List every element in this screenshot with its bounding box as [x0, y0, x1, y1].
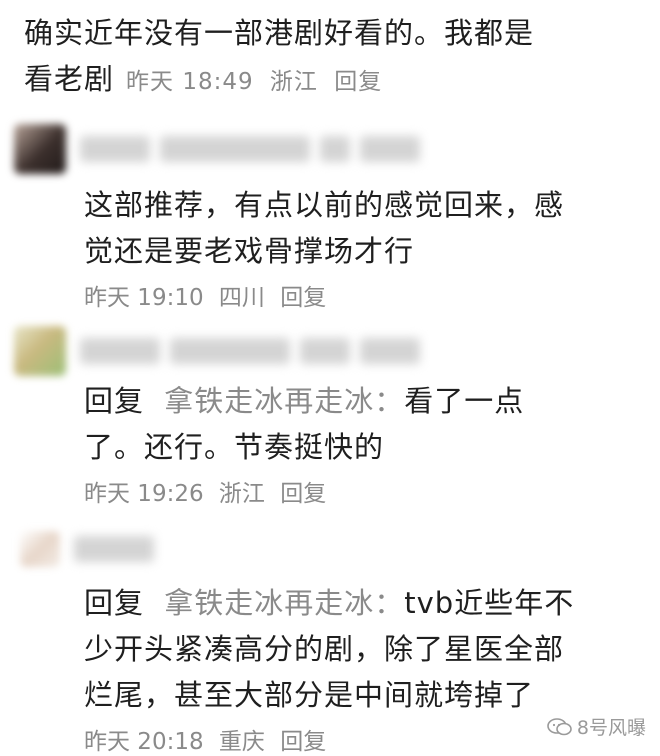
- reply-meta: 昨天 19:10 四川 回复: [84, 278, 644, 312]
- reply-line: 这部推荐，有点以前的感觉回来，感: [84, 188, 565, 222]
- username-blurred[interactable]: [74, 536, 164, 562]
- reply-location: 重庆: [218, 729, 265, 755]
- reply-line: 了。还行。节奏挺快的: [84, 430, 385, 464]
- comment-date: 昨天 18:49: [126, 69, 254, 95]
- reply-button[interactable]: 回复: [280, 729, 326, 755]
- avatar[interactable]: [14, 124, 66, 174]
- avatar[interactable]: [14, 326, 66, 376]
- reply-header: [14, 522, 644, 576]
- comment-meta: 昨天 18:49 浙江 回复: [126, 59, 390, 105]
- comment-location: 浙江: [269, 69, 318, 95]
- reply-location: 浙江: [218, 481, 265, 507]
- reply-date: 昨天 19:10: [84, 285, 204, 311]
- wechat-icon: [547, 717, 572, 735]
- comment-line: 确实近年没有一部港剧好看的。我都是: [24, 16, 535, 50]
- reply-date: 昨天 19:26: [84, 481, 204, 507]
- comment-line: 看老剧: [24, 62, 115, 96]
- reply-button[interactable]: 回复: [334, 69, 382, 95]
- reply-header: [14, 324, 644, 378]
- reply-text: 回复 拿铁走冰再走冰：看了一点 了。还行。节奏挺快的: [84, 378, 644, 470]
- reply-text: 回复 拿铁走冰再走冰：tvb近些年不 少开头紧凑高分的剧，除了星医全部 烂尾，甚…: [84, 580, 644, 718]
- reply-label: 回复: [84, 586, 145, 620]
- reply-header: [14, 122, 644, 176]
- reply-line: 看了一点: [404, 384, 525, 418]
- reply-meta: 昨天 19:26 浙江 回复: [84, 474, 644, 508]
- reply-date: 昨天 20:18: [84, 729, 204, 755]
- reply-item: 这部推荐，有点以前的感觉回来，感 觉还是要老戏骨撑场才行 昨天 19:10 四川…: [14, 122, 644, 312]
- reply-to-user[interactable]: 拿铁走冰再走冰：: [164, 586, 404, 620]
- avatar[interactable]: [20, 531, 60, 567]
- reply-button[interactable]: 回复: [280, 285, 326, 311]
- comment-text: 确实近年没有一部港剧好看的。我都是 看老剧 昨天 18:49 浙江 回复: [24, 10, 644, 105]
- username-blurred[interactable]: [80, 136, 430, 162]
- reply-button[interactable]: 回复: [280, 481, 326, 507]
- watermark: 8号风曝: [547, 713, 646, 740]
- reply-label: 回复: [84, 384, 145, 418]
- reply-to-user[interactable]: 拿铁走冰再走冰：: [164, 384, 404, 418]
- reply-line: 少开头紧凑高分的剧，除了星医全部: [84, 632, 565, 666]
- username-blurred[interactable]: [80, 338, 430, 364]
- reply-line: 烂尾，甚至大部分是中间就垮掉了: [84, 678, 535, 712]
- reply-line: 觉还是要老戏骨撑场才行: [84, 234, 415, 268]
- watermark-text: 8号风曝: [576, 717, 646, 739]
- reply-location: 四川: [218, 285, 265, 311]
- reply-text: 这部推荐，有点以前的感觉回来，感 觉还是要老戏骨撑场才行: [84, 182, 644, 274]
- reply-line: tvb近些年不: [404, 586, 575, 620]
- top-comment: 确实近年没有一部港剧好看的。我都是 看老剧 昨天 18:49 浙江 回复: [24, 10, 644, 105]
- reply-item: 回复 拿铁走冰再走冰：看了一点 了。还行。节奏挺快的 昨天 19:26 浙江 回…: [14, 324, 644, 508]
